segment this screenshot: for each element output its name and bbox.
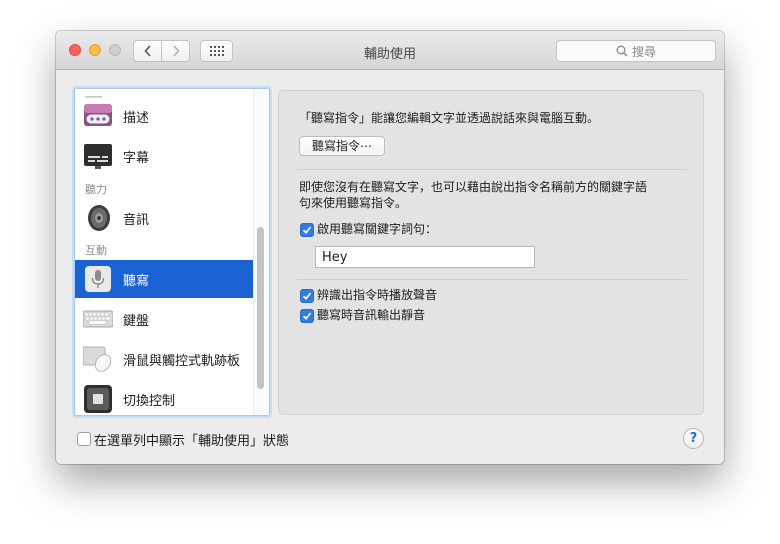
checkmark-icon <box>302 312 312 320</box>
show-in-menubar-checkbox[interactable] <box>77 432 91 446</box>
captions-icon <box>84 144 112 169</box>
search-field[interactable]: 搜尋 <box>556 40 716 62</box>
sidebar-item-captions[interactable]: 字幕 <box>75 137 253 175</box>
play-sound-checkbox[interactable] <box>300 289 314 303</box>
search-icon <box>616 45 628 57</box>
sidebar-item-label: 音訊 <box>123 212 150 228</box>
enable-keyword-label: 啟用聽寫關鍵字詞句： <box>317 222 438 236</box>
keyword-description-line1: 即使您沒有在聽寫文字，也可以藉由說出指令名稱前方的關鍵字語 <box>299 180 648 194</box>
dictation-panel: 「聽寫指令」能讓您編輯文字並透過說話來與電腦互動。 聽寫指令⋯ 即使您沒有在聽寫… <box>278 90 704 415</box>
intro-text: 「聽寫指令」能讓您編輯文字並透過說話來與電腦互動。 <box>299 111 600 125</box>
help-button[interactable]: ? <box>683 428 704 449</box>
switch-control-icon <box>84 385 112 413</box>
speech-bubble-icon <box>84 104 112 126</box>
sidebar-scrollbar-thumb[interactable] <box>257 227 264 389</box>
category-list[interactable]: ▁▁ 描述 字幕 聽力 音訊 互動 聽寫 鍵盤 滑鼠與觸控式軌跡板 切換控制 <box>74 88 270 416</box>
sidebar-item-label: 字幕 <box>123 150 150 166</box>
title-bar: 輔助使用 搜尋 <box>56 31 724 70</box>
microphone-icon <box>85 266 111 292</box>
sidebar-item-mouse-trackpad[interactable]: 滑鼠與觸控式軌跡板 <box>75 340 253 378</box>
search-placeholder: 搜尋 <box>631 44 656 59</box>
section-header-interaction: 互動 <box>85 244 107 257</box>
mute-audio-label: 聽寫時音訊輸出靜音 <box>317 308 426 322</box>
sidebar-item-switch-control[interactable]: 切換控制 <box>75 380 253 415</box>
keyboard-icon <box>83 310 113 328</box>
divider <box>297 279 687 280</box>
keyword-description-line2: 句來使用聽寫指令。 <box>299 196 408 210</box>
speaker-icon <box>88 205 110 231</box>
sidebar-item-label: 描述 <box>123 110 150 126</box>
preferences-window: 輔助使用 搜尋 ▁▁ 描述 字幕 聽力 音訊 互動 聽寫 鍵盤 滑鼠與觸控式軌跡… <box>56 31 724 464</box>
sidebar-item-descriptions[interactable]: 描述 <box>75 97 253 135</box>
mute-audio-checkbox[interactable] <box>300 309 314 323</box>
mouse-icon <box>83 346 112 372</box>
sidebar-item-label: 切換控制 <box>123 393 176 409</box>
keyword-text-field[interactable]: Hey <box>315 246 535 268</box>
enable-keyword-checkbox[interactable] <box>300 223 314 237</box>
dictation-commands-button[interactable]: 聽寫指令⋯ <box>299 136 386 156</box>
section-header-hearing: 聽力 <box>85 183 107 196</box>
sidebar-item-keyboard[interactable]: 鍵盤 <box>75 300 253 338</box>
checkmark-icon <box>302 292 312 300</box>
sidebar-item-label: 滑鼠與觸控式軌跡板 <box>123 353 241 369</box>
sidebar-item-dictation[interactable]: 聽寫 <box>75 260 253 298</box>
sidebar-item-label: 聽寫 <box>123 273 150 289</box>
show-in-menubar-label: 在選單列中顯示「輔助使用」狀態 <box>94 434 290 449</box>
play-sound-label: 辨識出指令時播放聲音 <box>317 288 438 302</box>
sidebar-item-label: 鍵盤 <box>123 313 150 329</box>
sidebar-item-audio[interactable]: 音訊 <box>75 199 253 237</box>
divider <box>297 169 687 170</box>
checkmark-icon <box>302 226 312 234</box>
